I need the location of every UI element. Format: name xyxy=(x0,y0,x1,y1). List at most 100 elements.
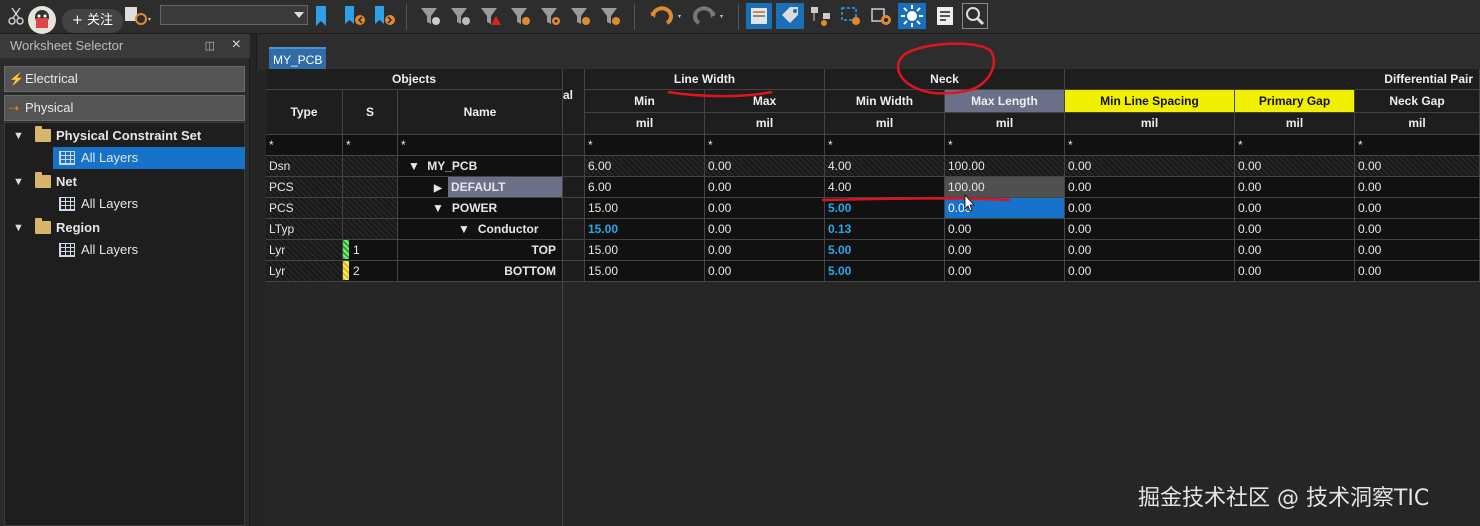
neck-gap-cell[interactable]: 0.00 xyxy=(1355,219,1480,240)
lw-max-header[interactable]: Max xyxy=(705,90,825,113)
primary-gap-cell[interactable]: 0.00 xyxy=(1235,198,1355,219)
scissors-icon[interactable] xyxy=(6,3,26,29)
find-filter-icon[interactable] xyxy=(122,3,154,29)
neck-gap-cell[interactable]: 0.00 xyxy=(1355,156,1480,177)
lw-max-cell[interactable]: 0.00 xyxy=(705,219,825,240)
filter-cell[interactable]: * xyxy=(705,135,825,156)
min-line-spacing-cell[interactable]: 0.00 xyxy=(1065,219,1235,240)
tag-edit-icon[interactable] xyxy=(776,3,804,29)
neck-min-width-cell[interactable]: 4.00 xyxy=(825,177,945,198)
collapse-arrow-icon[interactable]: ▼ xyxy=(408,159,423,173)
tree-leaf-region-all-layers[interactable]: All Layers xyxy=(53,239,245,261)
neck-min-width-cell[interactable]: 5.00 xyxy=(825,261,945,282)
neck-header[interactable]: Neck xyxy=(825,69,1065,90)
float-panel-icon[interactable]: ◫ xyxy=(205,39,215,52)
filter-warning-icon[interactable] xyxy=(478,3,504,29)
lw-max-cell[interactable]: 0.00 xyxy=(705,261,825,282)
lw-min-cell[interactable]: 15.00 xyxy=(585,219,705,240)
expand-arrow-icon[interactable]: ▼ xyxy=(13,125,24,147)
filter-list-icon[interactable] xyxy=(568,3,594,29)
neck-gap-cell[interactable]: 0.00 xyxy=(1355,261,1480,282)
primary-gap-header[interactable]: Primary Gap xyxy=(1235,90,1355,113)
lw-min-cell[interactable]: 15.00 xyxy=(585,198,705,219)
s-cell[interactable]: 2 xyxy=(343,261,398,282)
worksheet-view-icon[interactable] xyxy=(746,3,772,29)
primary-gap-cell[interactable]: 0.00 xyxy=(1235,261,1355,282)
name-cell[interactable]: BOTTOM xyxy=(398,261,563,282)
name-cell[interactable]: ▶ DEFAULT xyxy=(398,177,563,198)
primary-gap-cell[interactable]: 0.00 xyxy=(1235,156,1355,177)
expand-arrow-icon[interactable]: ▶ xyxy=(434,183,442,194)
name-column-header[interactable]: Name xyxy=(398,90,563,135)
filter-cell[interactable]: * xyxy=(1355,135,1480,156)
filter-icon[interactable] xyxy=(418,3,444,29)
line-width-header[interactable]: Line Width xyxy=(585,69,825,90)
report-icon[interactable] xyxy=(932,3,958,29)
neck-gap-cell[interactable]: 0.00 xyxy=(1355,177,1480,198)
s-column-header[interactable]: S xyxy=(343,90,398,135)
filter-arrow-icon[interactable] xyxy=(508,3,534,29)
primary-gap-cell[interactable]: 0.00 xyxy=(1235,177,1355,198)
name-cell[interactable]: ▼ Conductor xyxy=(398,219,563,240)
s-cell[interactable] xyxy=(343,198,398,219)
differential-pair-header[interactable]: Differential Pair xyxy=(1065,69,1480,90)
filter-cell[interactable]: * xyxy=(585,135,705,156)
filter-cell[interactable]: * xyxy=(343,135,398,156)
min-line-spacing-header[interactable]: Min Line Spacing xyxy=(1065,90,1235,113)
type-cell[interactable]: LTyp xyxy=(266,219,343,240)
type-cell[interactable]: PCS xyxy=(266,177,343,198)
lw-min-cell[interactable]: 6.00 xyxy=(585,156,705,177)
lw-max-cell[interactable]: 0.00 xyxy=(705,198,825,219)
neck-gap-cell[interactable]: 0.00 xyxy=(1355,240,1480,261)
redo-icon[interactable] xyxy=(690,3,728,29)
tree-node-region[interactable]: ▼ Region xyxy=(13,217,243,239)
lw-min-header[interactable]: Min xyxy=(585,90,705,113)
filter-cell[interactable]: * xyxy=(1235,135,1355,156)
bookmark-icon[interactable] xyxy=(312,3,330,29)
neck-max-length-cell[interactable]: 100.00 xyxy=(945,156,1065,177)
neck-max-length-cell[interactable]: 0.00 xyxy=(945,261,1065,282)
name-cell[interactable]: TOP xyxy=(398,240,563,261)
min-line-spacing-cell[interactable]: 0.00 xyxy=(1065,240,1235,261)
follow-button[interactable]: + 关注 xyxy=(62,9,124,33)
visibility-icon[interactable] xyxy=(868,3,894,29)
electrical-worksheet-button[interactable]: ⚡ Electrical xyxy=(4,66,245,92)
filter-clear-icon[interactable] xyxy=(448,3,474,29)
filter-cell[interactable]: * xyxy=(266,135,343,156)
type-cell[interactable]: Lyr xyxy=(266,261,343,282)
sun-highlight-icon[interactable] xyxy=(898,3,926,29)
filter-gear-icon[interactable] xyxy=(538,3,564,29)
neck-min-width-cell[interactable]: 5.00 xyxy=(825,198,945,219)
neck-min-width-cell[interactable]: 5.00 xyxy=(825,240,945,261)
filter-cell[interactable]: * xyxy=(1065,135,1235,156)
neck-max-length-cell[interactable]: 0.00 xyxy=(945,219,1065,240)
filter-cell[interactable]: * xyxy=(945,135,1065,156)
neck-gap-cell[interactable]: 0.00 xyxy=(1355,198,1480,219)
type-cell[interactable]: Lyr xyxy=(266,240,343,261)
next-bookmark-icon[interactable] xyxy=(372,3,398,29)
neck-min-width-cell[interactable]: 0.13 xyxy=(825,219,945,240)
neck-min-width-header[interactable]: Min Width xyxy=(825,90,945,113)
lw-min-cell[interactable]: 15.00 xyxy=(585,240,705,261)
min-line-spacing-cell[interactable]: 0.00 xyxy=(1065,156,1235,177)
tree-node-net[interactable]: ▼ Net xyxy=(13,171,243,193)
neck-max-length-cell[interactable]: 0.00 xyxy=(945,240,1065,261)
name-cell[interactable]: ▼ MY_PCB xyxy=(398,156,563,177)
s-cell[interactable] xyxy=(343,219,398,240)
neck-min-width-cell[interactable]: 4.00 xyxy=(825,156,945,177)
collapse-arrow-icon[interactable]: ▼ xyxy=(458,222,470,236)
filter-cell[interactable]: * xyxy=(825,135,945,156)
tree-leaf-pcs-all-layers[interactable]: All Layers xyxy=(53,147,245,169)
neck-max-length-cell-active[interactable]: 0.00 xyxy=(945,198,1065,219)
close-icon[interactable]: × xyxy=(232,36,241,54)
toolbar-combo-select[interactable] xyxy=(160,5,308,25)
s-cell[interactable] xyxy=(343,156,398,177)
s-cell[interactable]: 1 xyxy=(343,240,398,261)
primary-gap-cell[interactable]: 0.00 xyxy=(1235,240,1355,261)
name-cell[interactable]: ▼ POWER xyxy=(398,198,563,219)
net-structure-icon[interactable] xyxy=(808,3,834,29)
min-line-spacing-cell[interactable]: 0.00 xyxy=(1065,198,1235,219)
tree-node-physical-constraint-set[interactable]: ▼ Physical Constraint Set xyxy=(13,125,243,147)
tab-my-pcb[interactable]: MY_PCB xyxy=(269,47,327,69)
type-column-header[interactable]: Type xyxy=(266,90,343,135)
